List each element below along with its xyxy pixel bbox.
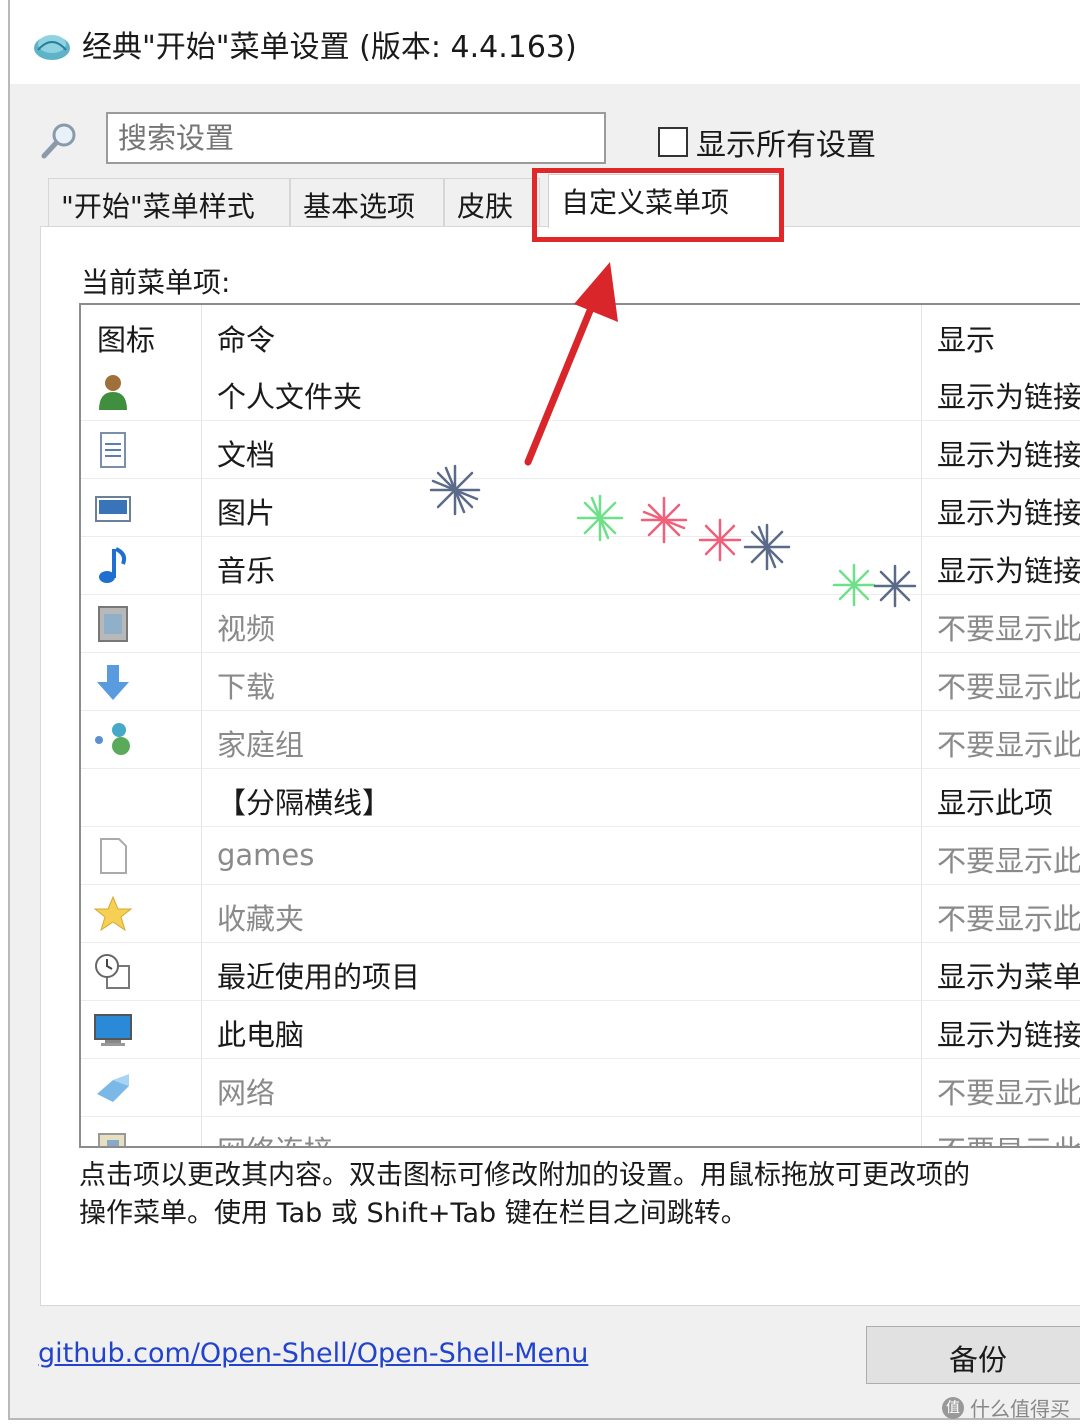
list-item[interactable]: 音乐 显示为链接 xyxy=(81,537,1080,595)
search-input[interactable] xyxy=(106,112,606,164)
video-icon xyxy=(98,606,128,642)
item-command: 图片 xyxy=(217,496,276,530)
blank-file-icon xyxy=(100,838,127,874)
backup-button[interactable]: 备份 xyxy=(866,1326,1080,1384)
item-display[interactable]: 不要显示此 xyxy=(937,896,1080,938)
list-item[interactable]: 最近使用的项目 显示为菜单 xyxy=(81,943,1080,1001)
title-bar: 经典"开始"菜单设置 (版本: 4.4.163) xyxy=(10,0,1080,84)
music-note-icon xyxy=(99,547,127,583)
item-command: 收藏夹 xyxy=(217,902,305,936)
item-command: 下载 xyxy=(217,670,276,704)
item-display[interactable]: 不要显示此 xyxy=(937,606,1080,648)
item-display[interactable]: 显示为链接 xyxy=(937,374,1080,416)
item-command: 视频 xyxy=(217,612,276,646)
settings-window: 经典"开始"菜单设置 (版本: 4.4.163) 显示所有设置 "开始"菜单样式… xyxy=(8,0,1080,1420)
list-item[interactable]: 家庭组 不要显示此 xyxy=(81,711,1080,769)
customize-panel: 当前菜单项: 图标 命令 显示 个人文件夹 显示为链接 文档 显示为链接 图片 xyxy=(40,226,1080,1306)
highlight-box xyxy=(532,168,784,242)
show-all-label: 显示所有设置 xyxy=(696,128,876,163)
item-command: 音乐 xyxy=(217,554,276,588)
picture-icon xyxy=(95,496,131,522)
list-item[interactable]: 网络连接 不要显示此 xyxy=(81,1117,1080,1146)
hint-line: 点击项以更改其内容。双击图标可修改附加的设置。用鼠标拖放可更改项的 xyxy=(79,1160,970,1191)
item-display[interactable]: 显示此项 xyxy=(937,780,1053,822)
list-item[interactable]: 此电脑 显示为链接 xyxy=(81,1001,1080,1059)
show-all-checkbox[interactable] xyxy=(658,127,688,157)
item-command: 最近使用的项目 xyxy=(217,960,421,994)
tab-skin[interactable]: 皮肤 xyxy=(444,178,540,226)
list-item[interactable]: 图片 显示为链接 xyxy=(81,479,1080,537)
usage-hint: 点击项以更改其内容。双击图标可修改附加的设置。用鼠标拖放可更改项的 操作菜单。使… xyxy=(79,1157,1080,1233)
item-command: games xyxy=(217,838,315,872)
site-watermark: 值 什么值得买 xyxy=(942,1393,1070,1422)
column-header-display[interactable]: 显示 xyxy=(937,317,995,359)
user-icon xyxy=(99,375,127,410)
item-command: 【分隔横线】 xyxy=(217,786,392,820)
list-item[interactable]: 收藏夹 不要显示此 xyxy=(81,885,1080,943)
document-icon xyxy=(100,432,126,468)
item-display[interactable]: 不要显示此 xyxy=(937,1070,1080,1112)
list-item[interactable]: 文档 显示为链接 xyxy=(81,421,1080,479)
item-command: 网络连接 xyxy=(217,1128,333,1146)
hint-line: 操作菜单。使用 Tab 或 Shift+Tab 键在栏目之间跳转。 xyxy=(79,1198,748,1229)
item-command: 家庭组 xyxy=(217,728,305,762)
network-icon xyxy=(97,1074,129,1102)
item-display[interactable]: 显示为链接 xyxy=(937,1012,1080,1054)
item-display[interactable]: 显示为链接 xyxy=(937,490,1080,532)
item-display[interactable]: 显示为链接 xyxy=(937,548,1080,590)
watermark-text: 什么值得买 xyxy=(970,1397,1070,1421)
monitor-icon xyxy=(94,1014,132,1046)
column-header-icon[interactable]: 图标 xyxy=(97,317,155,359)
list-item[interactable]: 个人文件夹 显示为链接 xyxy=(81,363,1080,421)
tab-start-menu-style[interactable]: "开始"菜单样式 xyxy=(48,178,290,226)
item-display[interactable]: 显示为菜单 xyxy=(937,954,1080,996)
list-item[interactable]: 下载 不要显示此 xyxy=(81,653,1080,711)
menu-items-list[interactable]: 图标 命令 显示 个人文件夹 显示为链接 文档 显示为链接 图片 显示为链接 音… xyxy=(79,303,1080,1148)
item-command: 网络 xyxy=(217,1076,276,1110)
item-display[interactable]: 显示为链接 xyxy=(937,432,1080,474)
watermark-badge: 值 xyxy=(942,1396,964,1419)
item-display[interactable]: 不要显示此 xyxy=(937,722,1080,764)
list-item[interactable]: 视频 不要显示此 xyxy=(81,595,1080,653)
network-connection-icon xyxy=(98,1133,126,1146)
item-display[interactable]: 不要显示此 xyxy=(937,1128,1080,1146)
column-header-command[interactable]: 命令 xyxy=(217,317,275,359)
list-item[interactable]: games 不要显示此 xyxy=(81,827,1080,885)
window-title: 经典"开始"菜单设置 (版本: 4.4.163) xyxy=(82,30,577,65)
star-icon xyxy=(93,895,133,932)
item-display[interactable]: 不要显示此 xyxy=(937,838,1080,880)
tab-basic-options[interactable]: 基本选项 xyxy=(290,178,444,226)
download-arrow-icon xyxy=(97,665,129,700)
recent-items-icon xyxy=(95,954,130,989)
item-display[interactable]: 不要显示此 xyxy=(937,664,1080,706)
current-items-label: 当前菜单项: xyxy=(81,266,231,299)
github-link[interactable]: github.com/Open-Shell/Open-Shell-Menu xyxy=(38,1338,588,1369)
show-all-settings-toggle[interactable]: 显示所有设置 xyxy=(658,120,876,164)
item-command: 此电脑 xyxy=(217,1018,305,1052)
list-header: 图标 命令 显示 xyxy=(81,305,1080,363)
list-item[interactable]: 【分隔横线】 显示此项 xyxy=(81,769,1080,827)
list-item[interactable]: 网络 不要显示此 xyxy=(81,1059,1080,1117)
item-command: 文档 xyxy=(217,438,276,472)
shell-app-icon xyxy=(34,35,70,60)
search-icon xyxy=(41,123,76,159)
homegroup-icon xyxy=(95,723,130,755)
item-command: 个人文件夹 xyxy=(217,380,363,414)
